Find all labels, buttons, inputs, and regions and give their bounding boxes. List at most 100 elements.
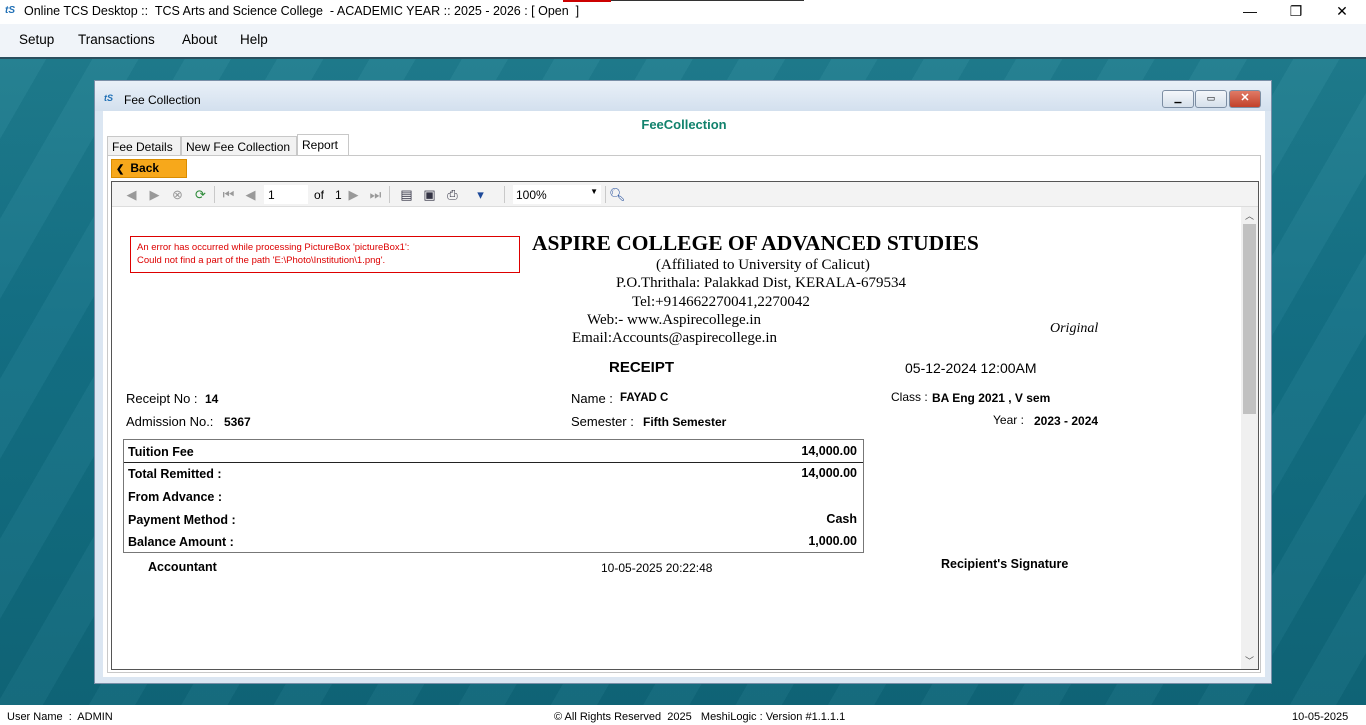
refresh-icon[interactable]: ⟳ (193, 187, 208, 202)
recipient-signature-label: Recipient's Signature (941, 557, 1069, 571)
error-message: An error has occurred while processing P… (130, 236, 520, 273)
report-page: An error has occurred while processing P… (112, 207, 1241, 669)
fee-label: From Advance : (128, 490, 223, 504)
close-button[interactable]: ✕ (1319, 0, 1365, 22)
telephone: Tel:+914662270041,2270042 (632, 294, 810, 310)
fee-row: From Advance : (124, 485, 863, 507)
forward-nav-icon[interactable]: ▶ (147, 187, 162, 202)
zoom-select[interactable]: 100% ▼ (513, 185, 601, 204)
tab-new-fee-collection[interactable]: New Fee Collection (181, 136, 297, 156)
report-scrollbar[interactable]: ︿ ﹀ (1241, 207, 1258, 669)
fee-value: 14,000.00 (801, 444, 857, 458)
student-name: FAYAD C (620, 392, 669, 404)
child-title: Fee Collection (124, 93, 201, 107)
copy-type: Original (1050, 321, 1099, 336)
title-accent (563, 0, 611, 2)
receipt-title: RECEIPT (609, 359, 675, 376)
chevron-down-icon: ▼ (590, 187, 598, 196)
status-copyright: © All Rights Reserved 2025 MeshiLogic : … (554, 711, 846, 723)
scroll-down-icon[interactable]: ﹀ (1241, 654, 1258, 667)
minimize-button[interactable]: — (1227, 0, 1273, 22)
admission-no: 5367 (224, 415, 251, 429)
print-layout-icon[interactable]: ▤ (399, 187, 414, 202)
fee-value: Cash (826, 512, 857, 526)
back-label: Back (130, 161, 160, 175)
back-nav-icon[interactable]: ◀ (124, 187, 139, 202)
child-maximize-button[interactable]: ▭ (1195, 90, 1227, 108)
class: BA Eng 2021 , V sem (932, 391, 1051, 405)
tab-report[interactable]: Report (297, 134, 349, 157)
report-toolbar: ◀ ▶ ⊗ ⟳ ⏮ ◀ of 1 ▶ ⏭ ▤ ▣ ⎙ ▾ (112, 182, 1258, 207)
find-icon[interactable]: 🔍︎ (609, 187, 626, 202)
app-titlebar: tS Online TCS Desktop :: TCS Arts and Sc… (0, 0, 1366, 24)
admission-no-label: Admission No.: (126, 414, 214, 429)
form-heading: FeeCollection (641, 117, 727, 132)
menu-about[interactable]: About (182, 32, 217, 47)
next-page-icon[interactable]: ▶ (346, 187, 361, 202)
fee-label: Tuition Fee (128, 445, 194, 459)
chevron-left-icon: ❮ (116, 164, 125, 175)
semester-label: Semester : (571, 414, 634, 429)
menu-transactions[interactable]: Transactions (78, 32, 155, 47)
child-logo-icon: tS (104, 93, 113, 103)
title-accent-dark (611, 0, 804, 1)
receipt-no-label: Receipt No : (126, 391, 198, 406)
stop-icon[interactable]: ⊗ (170, 187, 185, 202)
menu-bar: Setup Transactions About Help (0, 24, 1366, 57)
child-minimize-button[interactable]: ▁ (1162, 90, 1194, 108)
accountant-label: Accountant (148, 560, 217, 574)
scroll-thumb[interactable] (1243, 224, 1256, 414)
back-button[interactable]: ❮ Back (111, 159, 187, 178)
error-line-2: Could not find a part of the path 'E:\Ph… (137, 255, 386, 266)
fee-value: 14,000.00 (801, 466, 857, 480)
page-setup-icon[interactable]: ▣ (422, 187, 437, 202)
page-number-input[interactable] (264, 185, 308, 204)
fee-row: Balance Amount : 1,000.00 (124, 530, 863, 552)
fee-value: 1,000.00 (808, 534, 857, 548)
child-titlebar: tS Fee Collection ▁ ▭ ✕ (95, 81, 1271, 111)
fee-row: Total Remitted : 14,000.00 (124, 462, 863, 484)
menu-help[interactable]: Help (240, 32, 268, 47)
receipt-no: 14 (205, 392, 219, 406)
zoom-value: 100% (516, 188, 547, 202)
previous-page-icon[interactable]: ◀ (243, 187, 258, 202)
receipt-date: 05-12-2024 12:00AM (905, 360, 1037, 376)
scroll-up-icon[interactable]: ︿ (1241, 209, 1258, 222)
year-label: Year : (993, 413, 1024, 427)
status-bar: User Name : ADMIN © All Rights Reserved … (0, 705, 1366, 725)
print-icon[interactable]: ⎙ (445, 187, 460, 202)
menu-setup[interactable]: Setup (19, 32, 54, 47)
fee-label: Total Remitted : (128, 467, 222, 481)
status-date: 10-05-2025 (1292, 711, 1349, 723)
first-page-icon[interactable]: ⏮ (221, 187, 236, 202)
printed-at: 10-05-2025 20:22:48 (601, 561, 713, 575)
report-viewer: ◀ ▶ ⊗ ⟳ ⏮ ◀ of 1 ▶ ⏭ ▤ ▣ ⎙ ▾ (111, 181, 1259, 670)
page-of-label: of (314, 188, 325, 202)
year: 2023 - 2024 (1034, 414, 1099, 428)
fee-collection-window: tS Fee Collection ▁ ▭ ✕ FeeCollection Fe… (94, 80, 1272, 684)
child-close-button[interactable]: ✕ (1229, 90, 1261, 108)
semester: Fifth Semester (643, 415, 727, 429)
class-label: Class : (891, 390, 928, 404)
report-tab-panel: ❮ Back ◀ ▶ ⊗ ⟳ ⏮ ◀ of 1 ▶ ⏭ ▤ (107, 155, 1261, 673)
website: Web:- www.Aspirecollege.in (587, 312, 762, 328)
tab-fee-details[interactable]: Fee Details (107, 136, 181, 156)
page-total: 1 (335, 188, 342, 202)
app-title: Online TCS Desktop :: TCS Arts and Scien… (24, 4, 580, 18)
fee-label: Balance Amount : (128, 535, 234, 549)
maximize-button[interactable]: ❐ (1273, 0, 1319, 22)
affiliation: (Affiliated to University of Calicut) (656, 257, 870, 273)
fee-row: Tuition Fee 14,000.00 (124, 440, 863, 462)
last-page-icon[interactable]: ⏭ (368, 187, 383, 202)
app-logo-icon: tS (5, 5, 15, 16)
export-icon[interactable]: ▾ (473, 187, 488, 202)
name-label: Name : (571, 391, 613, 406)
fee-table: Tuition Fee 14,000.00 Total Remitted : 1… (123, 439, 864, 553)
fee-label: Payment Method : (128, 513, 236, 527)
address: P.O.Thrithala: Palakkad Dist, KERALA-679… (616, 275, 906, 291)
child-body: FeeCollection Fee Details New Fee Collec… (103, 111, 1265, 677)
status-user: User Name : ADMIN (7, 711, 113, 723)
email: Email:Accounts@aspirecollege.in (572, 330, 777, 346)
error-line-1: An error has occurred while processing P… (137, 242, 410, 253)
fee-row: Payment Method : Cash (124, 508, 863, 530)
